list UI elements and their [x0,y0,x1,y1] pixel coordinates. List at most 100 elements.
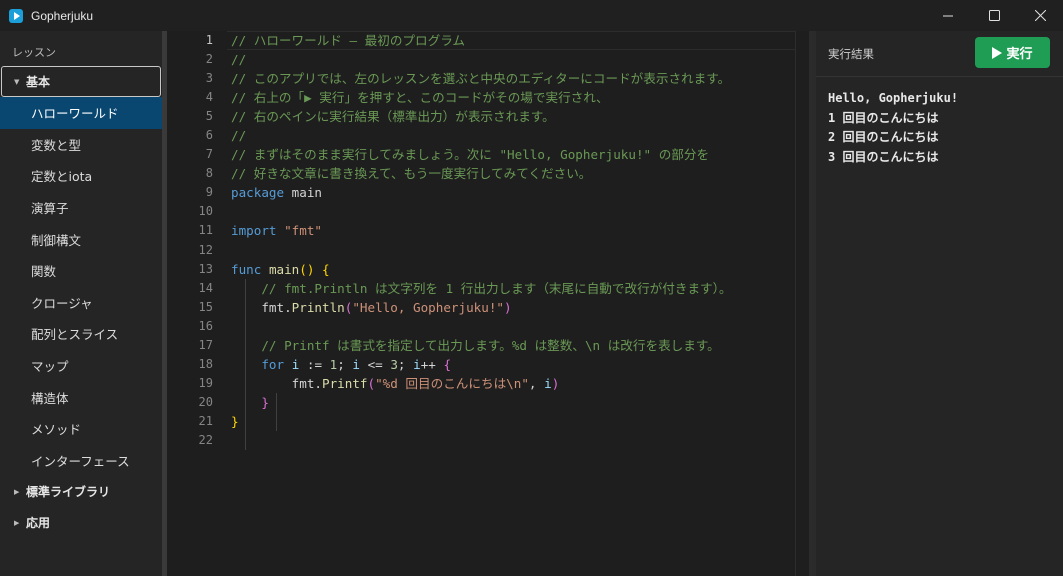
lesson-item[interactable]: インターフェース [0,445,162,477]
code-line[interactable]: for i := 1; i <= 3; i++ { [231,355,791,374]
play-icon [992,46,1003,59]
code-line[interactable]: // Printf は書式を指定して出力します。%d は整数、\n は改行を表し… [231,336,791,355]
category-1[interactable]: ▶ 標準ライブラリ [0,476,162,507]
code-line[interactable] [231,202,791,221]
lesson-item[interactable]: 定数とiota [0,160,162,192]
code-token: // [231,52,247,68]
code-line[interactable]: // ハローワールド — 最初のプログラム [231,31,791,50]
code-line[interactable]: // まずはそのまま実行してみましょう。次に "Hello, Gopherjuk… [231,145,791,164]
category-0[interactable]: ▼ 基本 [1,66,161,97]
line-number: 1 [205,33,213,47]
code-line[interactable]: // [231,126,791,145]
code-token: "Hello, Gopherjuku!" [352,299,504,315]
caret-down-icon: ▼ [14,77,20,86]
lesson-item[interactable]: 演算子 [0,192,162,224]
output-header: 実行結果 実行 [816,31,1063,77]
lesson-item[interactable]: 配列とスライス [0,318,162,350]
lesson-item[interactable]: 関数 [0,255,162,287]
code-line[interactable]: import "fmt" [231,221,791,240]
line-number: 9 [205,185,213,200]
line-number: 19 [198,375,213,390]
code-line[interactable]: // 右上の「▶ 実行」を押すと、このコードがその場で実行され、 [231,88,791,107]
lesson-item[interactable]: クロージャ [0,287,162,319]
code-token: Printf [322,375,368,391]
code-token: // まずはそのまま実行してみましょう。次に "Hello, Gopherjuk… [231,147,710,163]
line-number: 2 [205,52,213,67]
run-button[interactable]: 実行 [975,37,1050,68]
close-button[interactable] [1017,0,1063,31]
line-number: 21 [198,413,213,428]
output-panel: 実行結果 実行 Hello, Gopherjuku! 1 回目のこんにちは 2 回目… [816,31,1063,576]
code-token: // [231,128,247,144]
output-line: 2 回目のこんにちは [828,130,939,144]
code-line[interactable]: // 右のペインに実行結果（標準出力）が表示されます。 [231,107,791,126]
code-line[interactable] [231,317,791,336]
code-editor[interactable]: 1 2 3 4 5 6 7 8 9 10 11 12 13 14 15 16 17 18 19 20 21 22 // ハ… [167,31,811,576]
code-line[interactable]: // fmt.Println は文字列を 1 行出力します（末尾に自動で改行が付… [231,279,791,298]
code-token: Println [291,299,345,315]
code-line[interactable] [231,241,791,260]
lesson-item[interactable]: ハローワールド [0,97,162,129]
code-token: // ハローワールド — 最初のプログラム [231,33,466,48]
line-number: 4 [205,90,213,105]
line-number: 22 [198,432,213,447]
lesson-item[interactable]: 構造体 [0,381,162,413]
code-token: package [231,185,285,201]
code-line[interactable]: package main [231,183,791,202]
lesson-sidebar: レッスン ▼ 基本 ハローワールド 変数と型 定数とiota 演算子 制御構文 関数 クロージャ… [0,31,162,576]
output-line: 1 回目のこんにちは [828,110,939,125]
code-lines[interactable]: // ハローワールド — 最初のプログラム // // このアプリでは、左のレッスン… [231,31,791,450]
code-token: // 右のペインに実行結果（標準出力）が表示されます。 [231,109,555,125]
lesson-item[interactable]: メソッド [0,413,162,445]
line-number: 17 [198,337,213,352]
editor-scrollbar[interactable] [795,31,809,576]
minimize-button[interactable] [925,0,971,31]
code-token: := [299,356,330,372]
code-line[interactable]: fmt.Println("Hello, Gopherjuku!") [231,298,791,317]
pane-splitter[interactable] [809,31,816,576]
code-token: // 好きな文章に書き換えて、もう一度実行してみてください。 [231,166,592,182]
code-line[interactable]: } [231,393,791,412]
code-token: 3 [390,356,398,372]
code-token: ) [551,375,560,391]
code-token: ++ [420,356,444,372]
code-token: } [231,413,239,429]
code-token: { [322,261,330,277]
code-token: i [413,356,421,372]
line-number: 15 [198,299,213,314]
sidebar-heading: レッスン [12,46,56,59]
category-2[interactable]: ▶ 応用 [0,507,162,538]
code-line[interactable]: fmt.Printf("%d 回目のこんにちは\n", i) [231,374,791,393]
maximize-button[interactable] [971,0,1017,31]
code-line[interactable] [231,431,791,450]
lesson-item[interactable]: マップ [0,350,162,382]
title-bar: Gopherjuku [0,0,1063,31]
app-logo-icon [9,8,23,23]
code-line[interactable]: // [231,50,791,69]
code-line[interactable]: func main() { [231,260,791,279]
lesson-item[interactable]: 変数と型 [0,129,162,161]
line-number: 11 [198,223,213,238]
lesson-tree: ▼ 基本 ハローワールド 変数と型 定数とiota 演算子 制御構文 関数 クロージャ 配列とスラ… [0,66,162,538]
output-title: 実行結果 [828,47,874,61]
line-number: 10 [198,204,213,219]
maximize-icon [988,10,1000,21]
app-title: Gopherjuku [31,8,94,23]
line-number: 7 [205,147,213,162]
caret-right-icon: ▶ [14,518,20,527]
code-line[interactable]: } [231,412,791,431]
code-line[interactable]: // 好きな文章に書き換えて、もう一度実行してみてください。 [231,164,791,183]
line-number: 6 [205,128,213,143]
code-token: // fmt.Println は文字列を 1 行出力します（末尾に自動で改行が付… [231,280,732,296]
close-icon [1034,10,1046,21]
line-number-gutter: 1 2 3 4 5 6 7 8 9 10 11 12 13 14 15 16 17 18 19 20 21 22 [167,31,213,450]
lesson-item[interactable]: 制御構文 [0,223,162,255]
code-token: // 右上の「▶ 実行」を押すと、このコードがその場で実行され、 [231,90,609,106]
code-token: ) [504,299,512,315]
code-line[interactable]: // このアプリでは、左のレッスンを選ぶと中央のエディターにコードが表示されます… [231,69,791,88]
line-number: 18 [198,356,213,371]
category-label: 応用 [26,516,51,531]
